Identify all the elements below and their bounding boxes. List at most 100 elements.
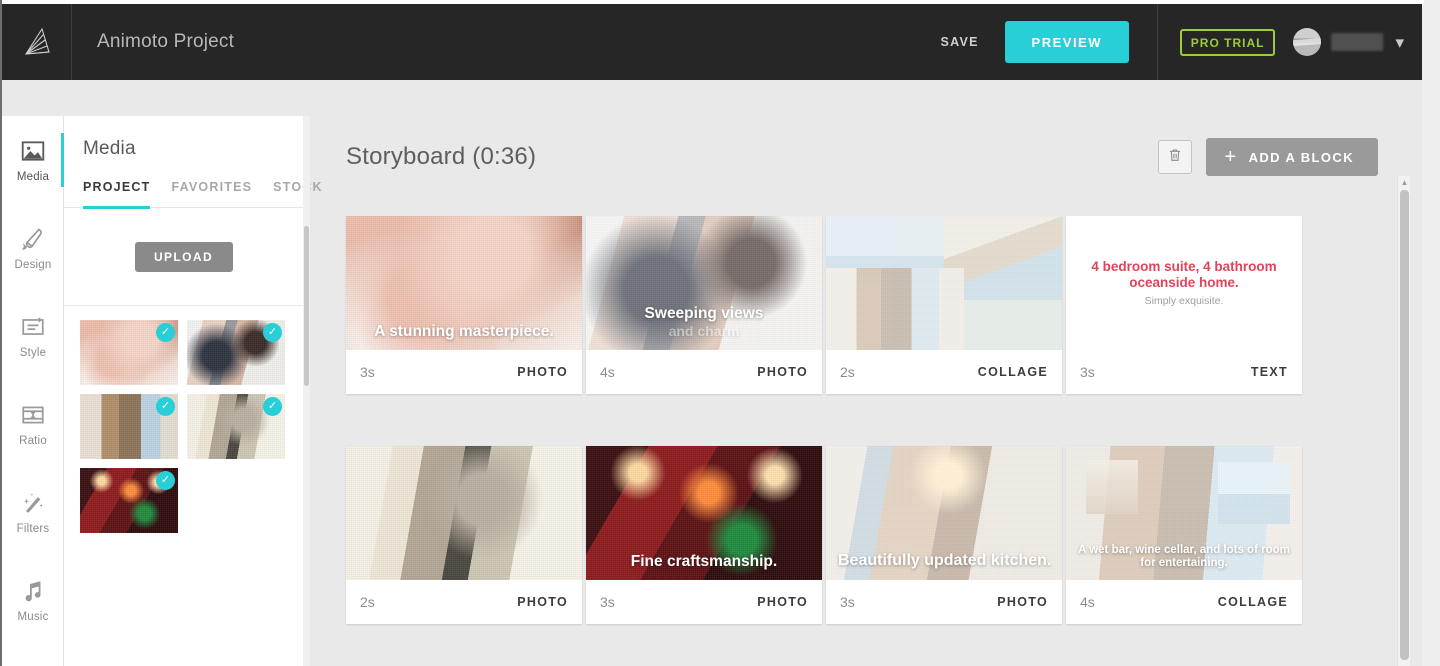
topbar-right-group: SAVE PREVIEW PRO TRIAL ▾: [930, 4, 1422, 80]
block-coastal-collage[interactable]: 2s COLLAGE: [826, 216, 1062, 394]
tab-favorites[interactable]: FAVORITES: [171, 180, 252, 207]
paintbrush-icon: [20, 226, 46, 252]
media-thumbnail[interactable]: ✓: [187, 394, 285, 459]
scrollbar-thumb[interactable]: [1400, 190, 1409, 660]
media-thumbnail[interactable]: ✓: [80, 320, 178, 385]
add-a-block-button[interactable]: + ADD A BLOCK: [1206, 138, 1378, 176]
sidebar-item-filters[interactable]: Filters: [2, 468, 64, 556]
image-icon: [20, 138, 46, 164]
magic-wand-icon: [20, 490, 46, 516]
block-duration: 3s: [1080, 364, 1095, 380]
storyboard-grid: A stunning masterpiece. 3s PHOTO Sweepin…: [312, 176, 1412, 624]
block-footer: 3s PHOTO: [826, 580, 1062, 624]
block-thumbnail[interactable]: Fine craftsmanship.: [586, 446, 822, 580]
animoto-logo-button[interactable]: [2, 4, 72, 80]
upload-button[interactable]: UPLOAD: [135, 242, 233, 272]
media-thumbnail[interactable]: ✓: [80, 468, 178, 533]
media-thumbnail-grid: ✓ ✓ ✓ ✓ ✓: [64, 306, 296, 533]
music-note-icon: [20, 578, 46, 604]
block-wetbar-collage[interactable]: A wet bar, wine cellar, and lots of room…: [1066, 446, 1302, 624]
sidebar-item-label: Music: [17, 611, 48, 623]
block-baby-hands[interactable]: A stunning masterpiece. 3s PHOTO: [346, 216, 582, 394]
media-panel-title: Media: [64, 116, 303, 160]
account-group: PRO TRIAL ▾: [1158, 4, 1422, 80]
block-christmas-scene[interactable]: Fine craftsmanship. 3s PHOTO: [586, 446, 822, 624]
block-thumbnail[interactable]: 4 bedroom suite, 4 bathroom oceanside ho…: [1066, 216, 1302, 350]
project-title[interactable]: Animoto Project: [97, 31, 234, 53]
block-type: PHOTO: [997, 595, 1048, 609]
block-thumbnail[interactable]: [346, 446, 582, 580]
block-type: COLLAGE: [978, 365, 1048, 379]
media-panel-tabs: PROJECT FAVORITES STOCK: [64, 160, 303, 208]
text-style-icon: [20, 314, 46, 340]
tool-rail: Media Design: [2, 116, 64, 666]
plus-icon: +: [1224, 147, 1237, 167]
block-caption: Beautifully updated kitchen.: [826, 552, 1062, 570]
block-duration: 4s: [600, 364, 615, 380]
check-icon[interactable]: ✓: [263, 397, 282, 416]
username-label: [1331, 33, 1383, 51]
block-elderly-couple[interactable]: 2s PHOTO: [346, 446, 582, 624]
delete-button[interactable]: [1158, 140, 1192, 174]
editor-workspace: Media Design: [2, 80, 1422, 666]
block-text-listing[interactable]: 4 bedroom suite, 4 bathroom oceanside ho…: [1066, 216, 1302, 394]
check-icon[interactable]: ✓: [263, 323, 282, 342]
block-footer: 4s COLLAGE: [1066, 580, 1302, 624]
thumb-wash: [826, 216, 1062, 350]
sidebar-item-music[interactable]: Music: [2, 556, 64, 644]
block-duration: 3s: [360, 364, 375, 380]
block-type: TEXT: [1251, 365, 1288, 379]
block-type: COLLAGE: [1218, 595, 1288, 609]
preview-button[interactable]: PREVIEW: [1005, 21, 1129, 63]
window-frame-right: [1422, 0, 1440, 666]
window-frame-top: [0, 0, 1424, 4]
check-icon[interactable]: ✓: [156, 397, 175, 416]
block-thumbnail[interactable]: A stunning masterpiece.: [346, 216, 582, 350]
block-duration: 3s: [840, 594, 855, 610]
top-navigation-bar: Animoto Project SAVE PREVIEW PRO TRIAL ▾: [2, 4, 1422, 80]
avatar[interactable]: [1293, 28, 1321, 56]
media-thumbnail[interactable]: ✓: [80, 394, 178, 459]
text-block-headline: 4 bedroom suite, 4 bathroom oceanside ho…: [1084, 259, 1284, 291]
sidebar-item-label: Style: [20, 347, 47, 359]
pro-trial-badge[interactable]: PRO TRIAL: [1180, 29, 1276, 56]
sidebar-item-label: Media: [17, 171, 49, 183]
text-block-content: 4 bedroom suite, 4 bathroom oceanside ho…: [1066, 216, 1302, 350]
check-icon[interactable]: ✓: [156, 323, 175, 342]
block-kitchen[interactable]: Beautifully updated kitchen. 3s PHOTO: [826, 446, 1062, 624]
block-thumbnail[interactable]: A wet bar, wine cellar, and lots of room…: [1066, 446, 1302, 580]
block-footer: 3s PHOTO: [346, 350, 582, 394]
block-footer: 4s PHOTO: [586, 350, 822, 394]
storyboard-area: Storyboard (0:36): [312, 116, 1412, 666]
storyboard-actions: + ADD A BLOCK: [1158, 138, 1378, 176]
check-icon[interactable]: ✓: [156, 471, 175, 490]
block-duration: 3s: [600, 594, 615, 610]
sidebar-item-style[interactable]: Style: [2, 292, 64, 380]
media-panel: Media PROJECT FAVORITES STOCK UPLOAD ✓ ✓: [64, 116, 304, 666]
aspect-ratio-icon: [20, 402, 46, 428]
add-a-block-label: ADD A BLOCK: [1249, 150, 1354, 165]
block-footer: 2s PHOTO: [346, 580, 582, 624]
block-type: PHOTO: [757, 595, 808, 609]
block-expecting-couple[interactable]: Sweeping views and charm 4s PHOTO: [586, 216, 822, 394]
media-thumbnail[interactable]: ✓: [187, 320, 285, 385]
save-button[interactable]: SAVE: [930, 29, 988, 55]
block-type: PHOTO: [517, 595, 568, 609]
block-thumbnail[interactable]: Beautifully updated kitchen.: [826, 446, 1062, 580]
media-panel-scrollbar[interactable]: [303, 116, 310, 666]
animoto-editor-window: Animoto Project SAVE PREVIEW PRO TRIAL ▾: [0, 0, 1440, 666]
sidebar-item-media[interactable]: Media: [2, 116, 64, 204]
block-footer: 2s COLLAGE: [826, 350, 1062, 394]
caret-up-icon[interactable]: ▲: [1398, 176, 1411, 189]
block-thumbnail[interactable]: Sweeping views and charm: [586, 216, 822, 350]
sidebar-item-design[interactable]: Design: [2, 204, 64, 292]
block-duration: 4s: [1080, 594, 1095, 610]
thumb-texture: [346, 446, 582, 580]
block-footer: 3s PHOTO: [586, 580, 822, 624]
sidebar-item-ratio[interactable]: Ratio: [2, 380, 64, 468]
block-thumbnail[interactable]: [826, 216, 1062, 350]
storyboard-scrollbar[interactable]: ▲: [1397, 176, 1410, 666]
tab-project[interactable]: PROJECT: [83, 180, 150, 207]
block-duration: 2s: [840, 364, 855, 380]
chevron-down-icon[interactable]: ▾: [1395, 34, 1404, 51]
